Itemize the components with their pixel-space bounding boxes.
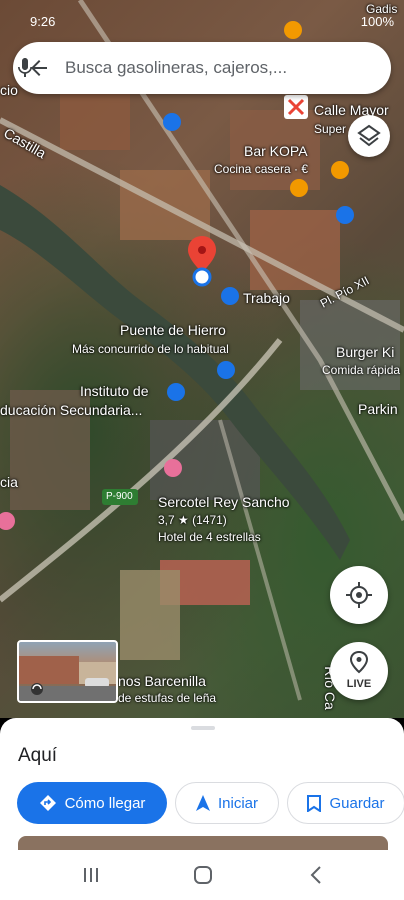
map-label-barcenilla[interactable]: nos Barcenilla (118, 673, 206, 689)
map-label-left-2: cia (0, 474, 18, 490)
bottom-sheet[interactable]: Aquí Cómo llegar Iniciar Guardar (0, 718, 404, 850)
map-label-trabajo[interactable]: Trabajo (243, 290, 290, 306)
back-icon[interactable] (306, 864, 328, 886)
save-button[interactable]: Guardar (287, 782, 404, 824)
street-view-image (19, 656, 116, 701)
map-label-bar-kopa-sub: Cocina casera · € (214, 162, 309, 176)
map-label-parking[interactable]: Parkin (358, 401, 398, 417)
status-time: 9:26 (30, 14, 56, 29)
my-location-icon (346, 582, 372, 608)
sheet-drag-handle[interactable] (191, 726, 215, 730)
map-label-burger-sub: Comida rápida (322, 363, 401, 377)
map-label-burger[interactable]: Burger Ki (336, 344, 394, 360)
layers-icon (357, 124, 381, 147)
map-label-instituto-1[interactable]: Instituto de (80, 383, 149, 399)
selected-location-pin (188, 236, 216, 272)
live-view-button[interactable]: LIVE (330, 642, 388, 700)
map-label-super[interactable]: Super (314, 122, 346, 136)
layers-button[interactable] (348, 115, 390, 157)
directions-button[interactable]: Cómo llegar (17, 782, 167, 824)
place-title: Aquí (18, 745, 58, 766)
start-label: Iniciar (217, 794, 258, 812)
save-label: Guardar (329, 794, 385, 812)
map-label-bar-kopa[interactable]: Bar KOPA (244, 143, 308, 159)
live-label: LIVE (346, 678, 372, 690)
map-view[interactable]: 9:26 100% Gadis Calle Mayor Super cio Ca… (0, 0, 404, 718)
home-icon[interactable] (192, 864, 214, 886)
search-bar[interactable]: Busca gasolineras, cajeros,... (13, 42, 391, 94)
search-input[interactable]: Busca gasolineras, cajeros,... (65, 58, 287, 78)
map-label-puente-sub: Más concurrido de lo habitual (72, 342, 229, 356)
status-bar: 9:26 100% (0, 0, 404, 40)
start-button[interactable]: Iniciar (175, 782, 279, 824)
map-label-left-1: cio (0, 82, 18, 98)
status-battery: 100% (360, 14, 394, 29)
map-label-hotel-rating: 3,7 ★ (1471) (158, 513, 227, 527)
recent-apps-icon[interactable] (80, 864, 102, 886)
map-label-barcenilla-sub: de estufas de leña (118, 691, 217, 705)
bookmark-icon (307, 794, 322, 812)
navigation-arrow-icon (195, 795, 210, 811)
microphone-icon[interactable] (13, 56, 37, 80)
map-label-hotel-sub: Hotel de 4 estrellas (158, 530, 261, 544)
map-label-instituto-2[interactable]: ducación Secundaria... (0, 402, 142, 418)
road-badge-p900: P-900 (106, 491, 133, 502)
map-label-puente[interactable]: Puente de Hierro (120, 322, 226, 338)
map-label-hotel[interactable]: Sercotel Rey Sancho (158, 494, 290, 510)
directions-icon (39, 795, 56, 811)
map-label-top-right: Gadis (366, 2, 398, 16)
street-view-thumbnail[interactable] (17, 640, 118, 703)
system-nav-bar (0, 850, 404, 900)
photo-preview-strip[interactable] (18, 836, 388, 850)
directions-label: Cómo llegar (64, 794, 146, 812)
my-location-button[interactable] (330, 566, 388, 624)
live-pin-icon (349, 650, 369, 674)
